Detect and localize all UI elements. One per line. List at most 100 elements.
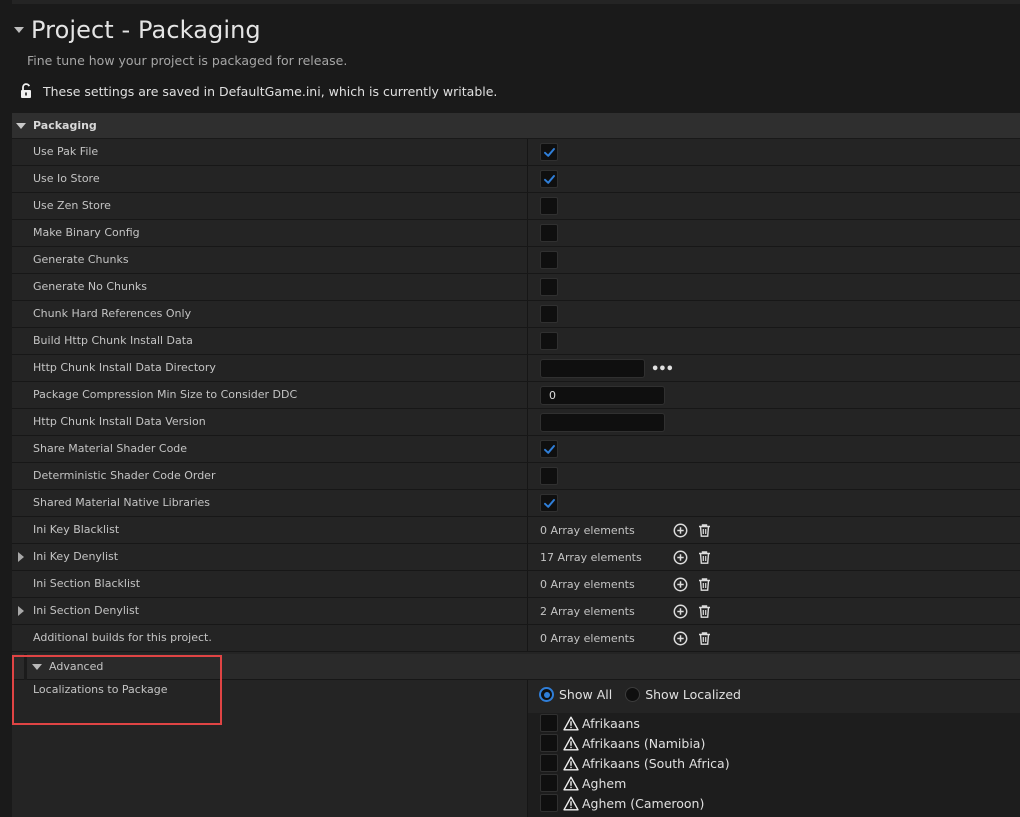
collapse-caret-icon[interactable] [14, 27, 24, 33]
browse-ellipsis-button[interactable]: ••• [651, 363, 674, 376]
column-divider[interactable] [527, 463, 528, 489]
property-value: 0 Array elements [540, 571, 712, 597]
column-divider[interactable] [527, 382, 528, 408]
property-row-ini-section-denylist: Ini Section Denylist 2 Array elements [12, 598, 1020, 625]
property-label: Generate Chunks [33, 253, 129, 266]
trash-icon[interactable] [696, 576, 712, 592]
language-checkbox[interactable] [540, 774, 558, 792]
column-divider[interactable] [527, 247, 528, 273]
checkmark-icon [543, 498, 555, 508]
column-divider[interactable] [527, 328, 528, 354]
language-checkbox[interactable] [540, 734, 558, 752]
array-count: 0 Array elements [540, 577, 635, 591]
directory-path-input[interactable] [540, 358, 645, 378]
unlocked-lock-icon[interactable] [20, 83, 34, 99]
property-label: Use Io Store [33, 172, 100, 185]
show-all-radio[interactable] [539, 687, 554, 702]
trash-icon[interactable] [696, 603, 712, 619]
property-label: Deterministic Shader Code Order [33, 469, 216, 482]
property-label: Additional builds for this project. [33, 631, 212, 644]
column-divider[interactable] [527, 409, 528, 435]
checkbox-use-zen-store[interactable] [540, 197, 558, 215]
property-label: Http Chunk Install Data Version [33, 415, 206, 428]
page-subtitle: Fine tune how your project is packaged f… [27, 53, 348, 68]
column-divider[interactable] [527, 490, 528, 516]
language-item-aghem[interactable]: Aghem [540, 773, 626, 793]
column-divider[interactable] [527, 166, 528, 192]
checkbox-generate-no-chunks[interactable] [540, 278, 558, 296]
column-divider[interactable] [527, 139, 528, 165]
section-header-packaging[interactable]: Packaging [12, 113, 1020, 139]
column-divider[interactable] [527, 436, 528, 462]
language-item-aghem-cameroon[interactable]: Aghem (Cameroon) [540, 793, 704, 813]
language-item-afrikaans[interactable]: Afrikaans [540, 713, 640, 733]
checkbox-shared-material-native-libraries[interactable] [540, 494, 558, 512]
warning-icon [563, 796, 579, 811]
warning-icon [563, 716, 579, 731]
show-localized-radio[interactable] [625, 687, 641, 702]
warning-icon [563, 736, 579, 751]
property-label: Share Material Shader Code [33, 442, 188, 455]
column-divider[interactable] [527, 355, 528, 381]
language-item-afrikaans-namibia[interactable]: Afrikaans (Namibia) [540, 733, 705, 753]
section-collapse-icon[interactable] [16, 122, 26, 129]
add-element-icon[interactable] [672, 576, 688, 592]
add-element-icon[interactable] [672, 522, 688, 538]
checkbox-share-material-shader-code[interactable] [540, 440, 558, 458]
checkbox-use-pak-file[interactable] [540, 143, 558, 161]
column-divider[interactable] [527, 193, 528, 219]
array-count: 2 Array elements [540, 604, 635, 618]
saved-notice-text: These settings are saved in DefaultGame.… [43, 83, 498, 99]
checkbox-deterministic-shader-code-order[interactable] [540, 467, 558, 485]
language-checkbox[interactable] [540, 794, 558, 812]
column-divider[interactable] [527, 220, 528, 246]
property-label: Build Http Chunk Install Data [33, 334, 193, 347]
checkbox-use-io-store[interactable] [540, 170, 558, 188]
property-value [540, 301, 558, 327]
text-input-package-compression-min-size-to-consider-ddc[interactable]: 0 [540, 385, 665, 405]
add-element-icon[interactable] [672, 630, 688, 646]
checkbox-chunk-hard-references-only[interactable] [540, 305, 558, 323]
column-divider[interactable] [527, 571, 528, 597]
add-element-icon[interactable] [672, 549, 688, 565]
language-item-afrikaans-south-africa[interactable]: Afrikaans (South Africa) [540, 753, 730, 773]
config-save-notice: These settings are saved in DefaultGame.… [20, 83, 497, 99]
column-divider[interactable] [527, 544, 528, 570]
expand-arrow-icon[interactable] [18, 606, 24, 616]
column-divider[interactable] [527, 274, 528, 300]
property-value [540, 328, 558, 354]
show-localized-label[interactable]: Show Localized [645, 687, 741, 702]
checkbox-build-http-chunk-install-data[interactable] [540, 332, 558, 350]
language-checkbox[interactable] [540, 714, 558, 732]
property-row-use-pak-file: Use Pak File [12, 139, 1020, 166]
column-divider[interactable] [527, 517, 528, 543]
property-label: Ini Key Denylist [33, 550, 119, 563]
property-value [540, 247, 558, 273]
checkbox-make-binary-config[interactable] [540, 224, 558, 242]
column-divider[interactable] [527, 598, 528, 624]
property-row-share-material-shader-code: Share Material Shader Code [12, 436, 1020, 463]
language-checkbox[interactable] [540, 754, 558, 772]
property-value [540, 193, 558, 219]
text-input-http-chunk-install-data-version[interactable] [540, 412, 665, 432]
language-list[interactable]: Afrikaans Afrikaans (Namibia) Afrikaans (S… [528, 713, 1020, 817]
title-row[interactable]: Project - Packaging [14, 16, 261, 44]
property-value [540, 463, 558, 489]
add-element-icon[interactable] [672, 603, 688, 619]
column-divider[interactable] [527, 625, 528, 651]
column-divider[interactable] [527, 301, 528, 327]
highlight-annotation-box [12, 655, 222, 725]
trash-icon[interactable] [696, 630, 712, 646]
expand-arrow-icon[interactable] [18, 552, 24, 562]
show-all-label[interactable]: Show All [559, 687, 612, 702]
array-count: 0 Array elements [540, 631, 635, 645]
property-row-make-binary-config: Make Binary Config [12, 220, 1020, 247]
radio-selected-dot [543, 691, 550, 698]
checkbox-generate-chunks[interactable] [540, 251, 558, 269]
property-row-ini-key-blacklist: Ini Key Blacklist 0 Array elements [12, 517, 1020, 544]
property-row-shared-material-native-libraries: Shared Material Native Libraries [12, 490, 1020, 517]
trash-icon[interactable] [696, 522, 712, 538]
language-name: Afrikaans [582, 715, 640, 731]
property-label: Package Compression Min Size to Consider… [33, 388, 298, 401]
trash-icon[interactable] [696, 549, 712, 565]
